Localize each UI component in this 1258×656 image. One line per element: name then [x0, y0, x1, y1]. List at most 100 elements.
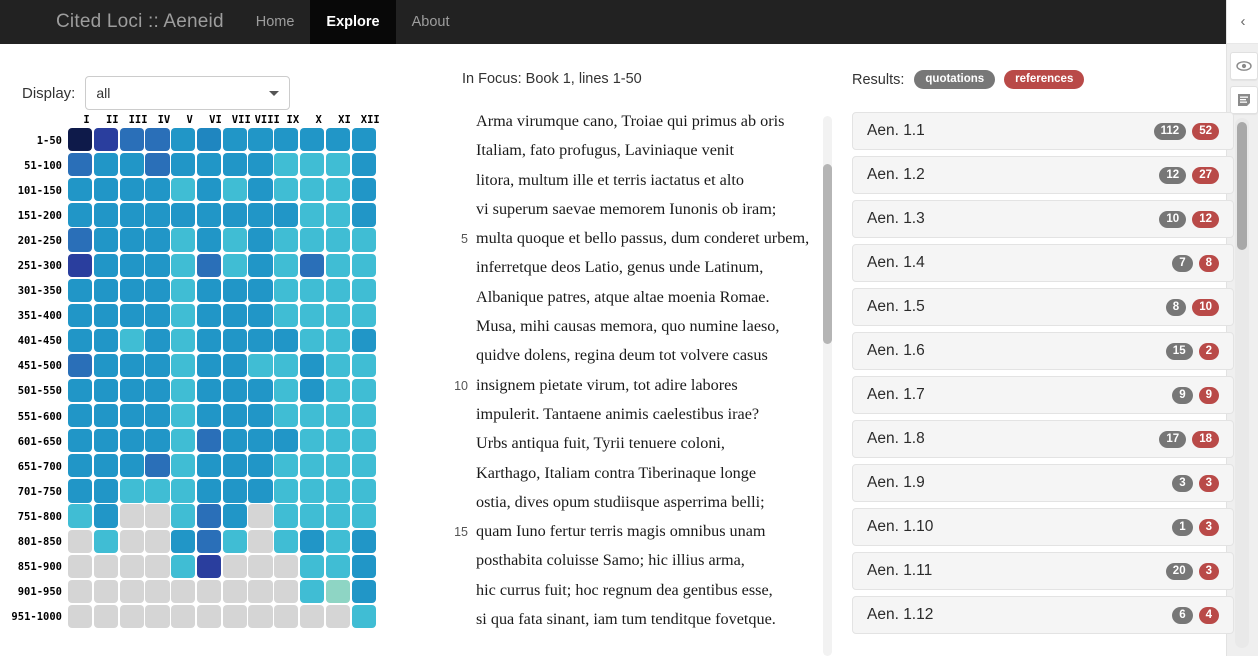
heatmap-cell[interactable]	[351, 253, 376, 277]
heatmap-cell[interactable]	[222, 253, 247, 277]
heatmap-cell[interactable]	[325, 429, 350, 453]
heatmap-cell[interactable]	[300, 128, 325, 152]
verse-text[interactable]: posthabita coluisse Samo; hic illius arm…	[476, 551, 745, 570]
heatmap-cell[interactable]	[119, 529, 144, 553]
heatmap-cell[interactable]	[145, 303, 170, 327]
heatmap-cell[interactable]	[93, 404, 118, 428]
heatmap-cell[interactable]	[274, 228, 299, 252]
heatmap-cell[interactable]	[196, 404, 222, 428]
heatmap-cell[interactable]	[145, 554, 170, 578]
heatmap-cell[interactable]	[274, 178, 299, 202]
heatmap-cell[interactable]	[68, 579, 93, 603]
heatmap-cell[interactable]	[351, 454, 376, 478]
heatmap-cell[interactable]	[196, 328, 222, 352]
heatmap-cell[interactable]	[248, 604, 273, 629]
heatmap-cell[interactable]	[119, 554, 144, 578]
heatmap-cell[interactable]	[196, 454, 222, 478]
heatmap-cell[interactable]	[300, 579, 325, 603]
heatmap-cell[interactable]	[274, 278, 299, 302]
filter-pill-quotations[interactable]: quotations	[914, 70, 996, 89]
heatmap-cell[interactable]	[196, 228, 222, 252]
heatmap-cell[interactable]	[68, 404, 93, 428]
heatmap-cell[interactable]	[222, 228, 247, 252]
nav-link-about[interactable]: About	[396, 0, 466, 44]
heatmap-cell[interactable]	[145, 253, 170, 277]
heatmap-cell[interactable]	[222, 604, 247, 629]
heatmap-cell[interactable]	[300, 178, 325, 202]
heatmap-cell[interactable]	[68, 228, 93, 252]
verse-text[interactable]: Urbs antiqua fuit, Tyrii tenuere coloni,	[476, 434, 725, 453]
nav-link-explore[interactable]: Explore	[310, 0, 396, 44]
heatmap-cell[interactable]	[171, 128, 196, 152]
heatmap-cell[interactable]	[196, 203, 222, 227]
rail-scrollbar-thumb[interactable]	[1237, 122, 1247, 250]
heatmap-cell[interactable]	[325, 303, 350, 327]
heatmap-cell[interactable]	[119, 504, 144, 528]
heatmap-cell[interactable]	[325, 353, 350, 378]
heatmap-cell[interactable]	[119, 178, 144, 202]
heatmap-cell[interactable]	[145, 178, 170, 202]
verse-text[interactable]: Arma virumque cano, Troiae qui primus ab…	[476, 112, 784, 131]
heatmap-cell[interactable]	[222, 504, 247, 528]
heatmap-cell[interactable]	[248, 353, 273, 378]
heatmap-cell[interactable]	[171, 404, 196, 428]
heatmap-cell[interactable]	[222, 554, 247, 578]
heatmap-cell[interactable]	[325, 454, 350, 478]
heatmap-cell[interactable]	[68, 328, 93, 352]
heatmap-cell[interactable]	[145, 353, 170, 378]
heatmap-cell[interactable]	[171, 203, 196, 227]
heatmap-cell[interactable]	[145, 228, 170, 252]
heatmap-cell[interactable]	[351, 429, 376, 453]
heatmap-cell[interactable]	[68, 429, 93, 453]
heatmap-cell[interactable]	[68, 128, 93, 152]
heatmap-cell[interactable]	[351, 328, 376, 352]
heatmap-cell[interactable]	[222, 404, 247, 428]
heatmap-cell[interactable]	[248, 328, 273, 352]
heatmap-cell[interactable]	[248, 529, 273, 553]
heatmap-cell[interactable]	[222, 178, 247, 202]
result-item[interactable]: Aen. 1.5 8 10	[852, 288, 1234, 326]
heatmap-cell[interactable]	[248, 504, 273, 528]
heatmap-cell[interactable]	[119, 153, 144, 177]
result-item[interactable]: Aen. 1.10 1 3	[852, 508, 1234, 546]
heatmap-cell[interactable]	[171, 278, 196, 302]
heatmap-cell[interactable]	[119, 203, 144, 227]
heatmap-cell[interactable]	[145, 203, 170, 227]
verse-text[interactable]: vi superum saevae memorem Iunonis ob ira…	[476, 200, 776, 219]
heatmap-cell[interactable]	[93, 454, 118, 478]
heatmap-cell[interactable]	[248, 228, 273, 252]
heatmap-cell[interactable]	[93, 479, 118, 503]
heatmap-cell[interactable]	[300, 203, 325, 227]
verse-text[interactable]: si qua fata sinant, iam tum tenditque fo…	[476, 610, 776, 629]
result-item[interactable]: Aen. 1.8 17 18	[852, 420, 1234, 458]
result-item[interactable]: Aen. 1.12 6 4	[852, 596, 1234, 634]
heatmap-cell[interactable]	[93, 278, 118, 302]
heatmap-cell[interactable]	[274, 454, 299, 478]
heatmap-cell[interactable]	[119, 228, 144, 252]
heatmap-cell[interactable]	[93, 429, 118, 453]
heatmap-cell[interactable]	[222, 353, 247, 378]
heatmap-cell[interactable]	[119, 404, 144, 428]
poem-scrollbar-thumb[interactable]	[823, 164, 832, 344]
heatmap-cell[interactable]	[325, 529, 350, 553]
heatmap-cell[interactable]	[119, 253, 144, 277]
heatmap-cell[interactable]	[300, 353, 325, 378]
verse-text[interactable]: Albanique patres, atque altae moenia Rom…	[476, 288, 770, 307]
heatmap-cell[interactable]	[68, 554, 93, 578]
heatmap-cell[interactable]	[93, 178, 118, 202]
chevron-left-icon[interactable]: ‹	[1227, 0, 1258, 44]
heatmap-cell[interactable]	[300, 278, 325, 302]
heatmap-cell[interactable]	[171, 178, 196, 202]
heatmap-cell[interactable]	[300, 454, 325, 478]
heatmap-cell[interactable]	[274, 479, 299, 503]
heatmap-cell[interactable]	[351, 504, 376, 528]
heatmap-cell[interactable]	[351, 178, 376, 202]
heatmap-cell[interactable]	[248, 429, 273, 453]
heatmap-cell[interactable]	[145, 454, 170, 478]
heatmap-cell[interactable]	[119, 378, 144, 403]
heatmap-cell[interactable]	[248, 479, 273, 503]
heatmap-cell[interactable]	[196, 378, 222, 403]
heatmap-cell[interactable]	[274, 504, 299, 528]
heatmap-cell[interactable]	[274, 128, 299, 152]
heatmap-cell[interactable]	[325, 178, 350, 202]
